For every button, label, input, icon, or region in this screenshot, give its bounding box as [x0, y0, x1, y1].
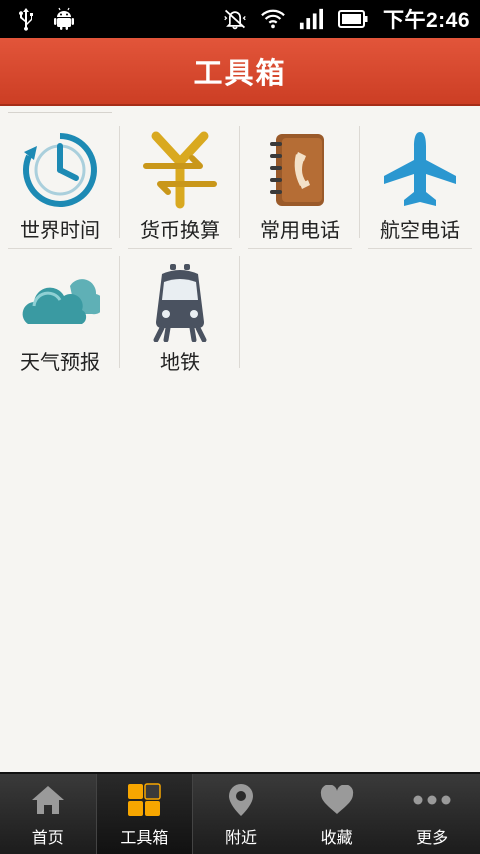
divider [239, 256, 240, 368]
tool-common-phones[interactable]: 常用电话 [240, 120, 360, 242]
tools-row: 世界时间 货币换算 常用电话 航空电话 [0, 120, 480, 242]
clock-icon [19, 130, 101, 210]
tool-label: 地铁 [160, 350, 200, 374]
mute-vibrate-icon [223, 7, 247, 31]
wifi-icon [261, 7, 285, 31]
nav-toolbox[interactable]: 工具箱 [95, 774, 194, 854]
divider [368, 248, 472, 249]
bottom-nav: 首页 工具箱 附近 收藏 更多 [0, 772, 480, 854]
phonebook-icon [259, 130, 341, 210]
status-bar: 下午2:46 [0, 0, 480, 38]
divider [128, 248, 232, 249]
divider [239, 126, 240, 238]
nav-more[interactable]: 更多 [384, 774, 480, 854]
divider [359, 126, 360, 238]
divider [119, 256, 120, 368]
nav-label: 收藏 [320, 828, 353, 847]
subway-icon [139, 262, 221, 342]
tool-world-time[interactable]: 世界时间 [0, 120, 120, 242]
divider [119, 126, 120, 238]
cloud-icon [19, 262, 101, 342]
tools-row: 天气预报 地铁 [0, 252, 480, 374]
page-title: 工具箱 [193, 56, 287, 90]
tool-label: 常用电话 [260, 218, 340, 242]
nav-label: 附近 [224, 828, 257, 847]
nav-nearby[interactable]: 附近 [193, 774, 289, 854]
divider [8, 248, 112, 249]
tool-airline-phones[interactable]: 航空电话 [360, 120, 480, 242]
nav-favorites[interactable]: 收藏 [289, 774, 385, 854]
tool-label: 天气预报 [20, 350, 100, 374]
status-time: 下午2:46 [382, 9, 470, 32]
title-bar: 工具箱 [0, 38, 480, 106]
nav-label: 工具箱 [120, 828, 169, 847]
tool-currency-exchange[interactable]: 货币换算 [120, 120, 240, 242]
usb-icon [14, 7, 38, 31]
more-dots-icon [412, 780, 452, 820]
airplane-icon [379, 130, 461, 210]
tool-label: 货币换算 [140, 218, 220, 242]
signal-icon [299, 7, 323, 31]
divider [248, 248, 352, 249]
battery-icon [337, 7, 369, 31]
location-pin-icon [221, 780, 261, 820]
tool-label: 航空电话 [380, 218, 460, 242]
nav-label: 首页 [31, 828, 64, 847]
yen-exchange-icon [139, 130, 221, 210]
heart-icon [317, 780, 357, 820]
nav-label: 更多 [416, 828, 449, 847]
divider [8, 112, 112, 113]
tool-subway[interactable]: 地铁 [120, 252, 240, 374]
home-icon [28, 780, 68, 820]
nav-home[interactable]: 首页 [0, 774, 96, 854]
tool-weather[interactable]: 天气预报 [0, 252, 120, 374]
toolbox-grid-icon [124, 780, 164, 820]
tool-label: 世界时间 [20, 218, 100, 242]
android-debug-icon [52, 7, 76, 31]
